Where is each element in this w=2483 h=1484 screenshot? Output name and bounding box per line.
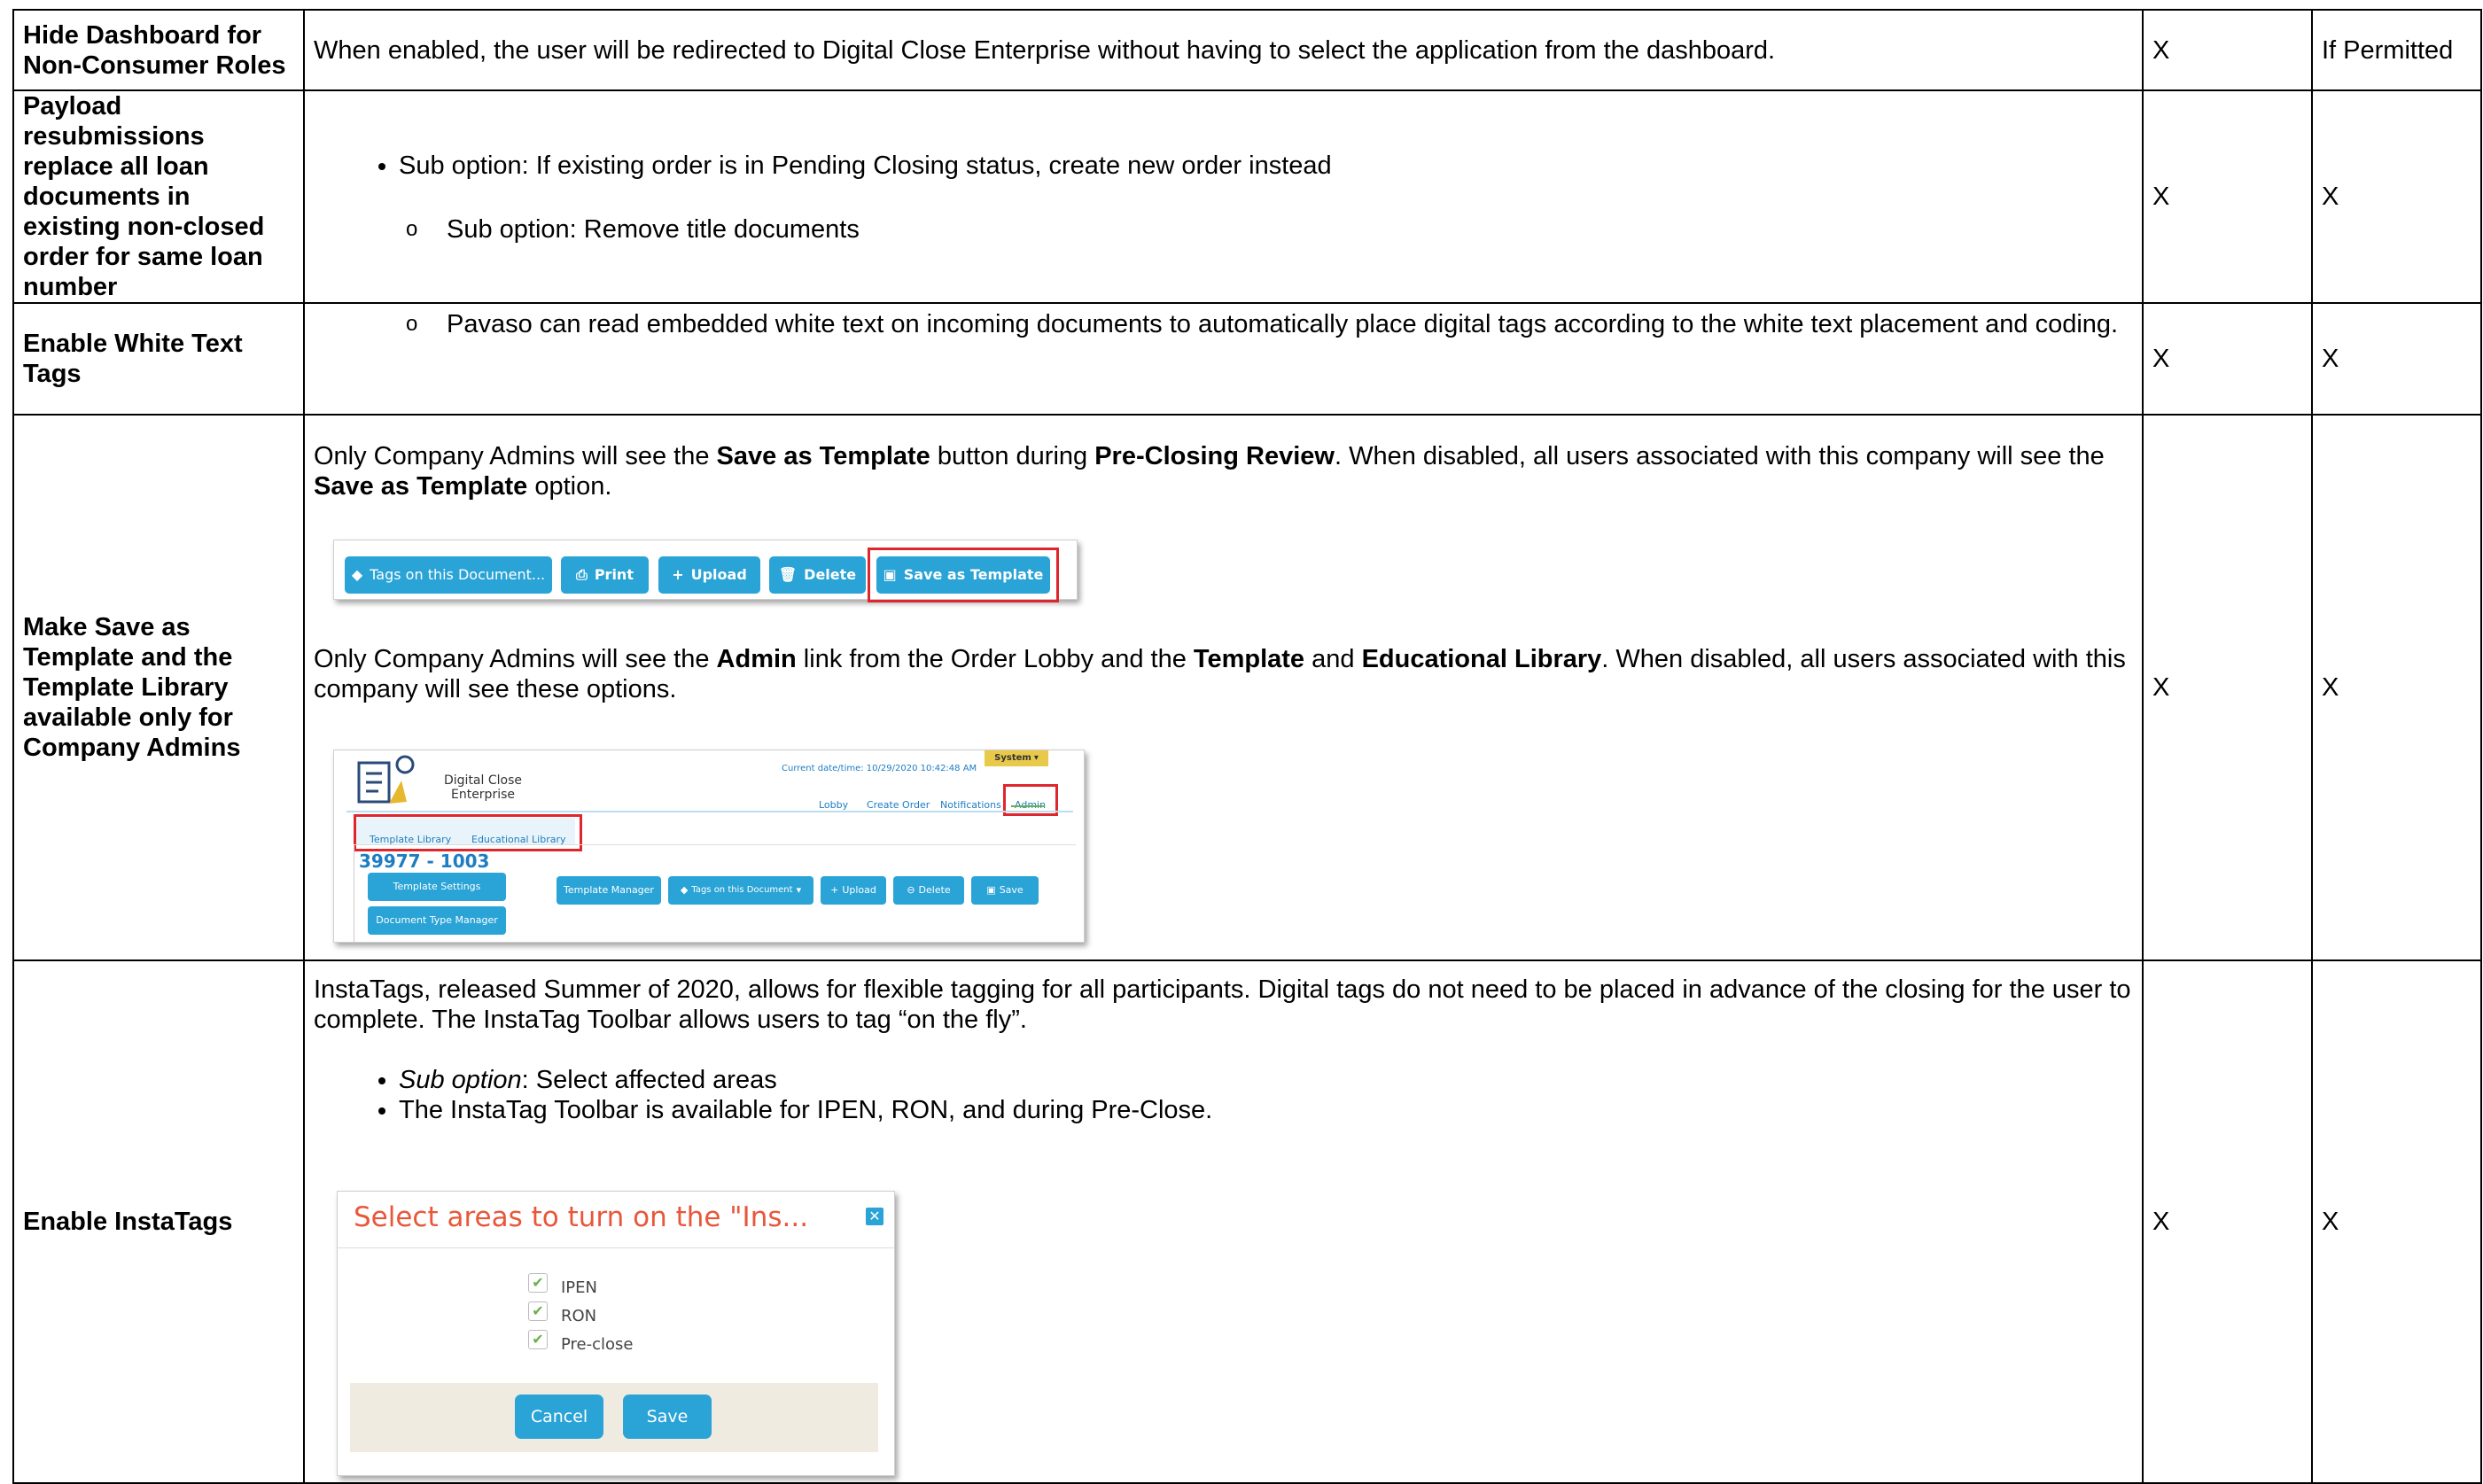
list-item: Sub option: If existing order is in Pend… [399,151,2133,181]
chevron-down-icon: ▾ [1033,753,1039,763]
highlight-box [868,548,1059,602]
tag-icon: ◆ [351,566,363,583]
row-description: Sub option: If existing order is in Pend… [303,89,2144,304]
nav-create-order: Create Order [867,799,930,811]
row-col3: X [2142,960,2313,1484]
row-col4: X [2311,960,2482,1484]
plus-icon: + [830,884,839,896]
dialog-footer [350,1383,878,1452]
tag-icon: ◆ [680,884,689,896]
row-col3: X [2142,9,2313,91]
checkbox-label: IPEN [561,1278,598,1297]
upload-button: + Upload [658,556,760,594]
cancel-button: Cancel [515,1395,603,1439]
row-label: Enable InstaTags [12,960,305,1484]
instatags-dialog-screenshot: Select areas to turn on the "Ins... ✕ ✔ … [337,1191,895,1476]
current-datetime: Current date/time: 10/29/2020 10:42:48 A… [782,764,977,773]
bullet-list: Sub option: Select affected areas The In… [314,1065,2133,1125]
list-item: The InstaTag Toolbar is available for IP… [399,1095,2133,1125]
bullet-list: Sub option: If existing order is in Pend… [314,151,2133,181]
row-description: Only Company Admins will see the Save as… [303,414,2144,961]
paragraph: Only Company Admins will see the Admin l… [314,645,2126,703]
chevron-down-icon: ▾ [796,884,802,896]
template-manager-button: Template Manager [557,876,661,905]
checkbox-pre-close: ✔ [528,1330,548,1349]
floppy-icon: ▣ [986,884,996,896]
header-divider [346,811,1073,812]
document-type-manager-button: Document Type Manager [368,906,506,935]
table-row: Hide Dashboard for Non-Consumer Roles Wh… [12,9,2482,91]
row-label: Make Save as Template and the Template L… [12,414,305,961]
row-label: Payload resubmissions replace all loan d… [12,89,305,304]
logo-icon [357,755,415,804]
checkbox-ipen: ✔ [528,1273,548,1293]
dialog-divider [338,1247,894,1248]
dialog-title: Select areas to turn on the "Ins... [354,1201,809,1233]
delete-button: 🗑 Delete [769,556,866,594]
minus-circle-icon: ⊖ [907,884,915,896]
upload-button: + Upload [821,876,886,905]
close-icon: ✕ [866,1208,883,1225]
table-row: Payload resubmissions replace all loan d… [12,89,2482,304]
print-button: ⎙ Print [561,556,649,594]
paragraph: InstaTags, released Summer of 2020, allo… [314,975,2131,1034]
nav-lobby: Lobby [819,799,849,811]
list-item: Sub option: Remove title documents [406,214,2133,245]
row-col4: X [2311,302,2482,416]
tags-button: ◆ Tags on this Document... [345,556,552,594]
sub-bullet-list: Pavaso can read embedded white text on i… [314,309,2133,339]
toolbar-screenshot: ◆ Tags on this Document... ⎙ Print + Upl… [333,540,1078,602]
brand-name: Digital Close Enterprise [444,773,522,802]
checkbox-label: Pre-close [561,1335,634,1354]
checkbox-label: RON [561,1307,597,1325]
table-row: Make Save as Template and the Template L… [12,414,2482,961]
row-col3: X [2142,89,2313,304]
table-row: Enable InstaTags InstaTags, released Sum… [12,960,2482,1484]
sub-bullet-list: Sub option: Remove title documents [314,214,2133,245]
row-col4: If Permitted [2311,9,2482,91]
row-description: InstaTags, released Summer of 2020, allo… [303,960,2144,1484]
checkbox-ron: ✔ [528,1301,548,1321]
delete-button: ⊖ Delete [893,876,964,905]
list-item: Pavaso can read embedded white text on i… [406,309,2133,339]
print-icon: ⎙ [576,566,588,583]
row-col3: X [2142,414,2313,961]
row-label: Hide Dashboard for Non-Consumer Roles [12,9,305,91]
admin-screenshot: Digital Close Enterprise Current date/ti… [333,750,1085,943]
row-col4: X [2311,89,2482,304]
trash-icon: 🗑 [778,566,798,583]
paragraph: Only Company Admins will see the Save as… [314,442,2105,501]
settings-table: Hide Dashboard for Non-Consumer Roles Wh… [12,9,2482,1484]
plus-icon: + [672,566,684,583]
save-button: ▣ Save [971,876,1039,905]
system-dropdown: System ▾ [985,750,1048,766]
row-col3: X [2142,302,2313,416]
row-description: When enabled, the user will be redirecte… [303,9,2144,91]
tags-dropdown-button: ◆ Tags on this Document ▾ [668,876,813,905]
row-col4: X [2311,414,2482,961]
table-row: Enable White Text Tags Pavaso can read e… [12,302,2482,416]
row-label: Enable White Text Tags [12,302,305,416]
template-settings-button: Template Settings [368,873,506,901]
save-button: Save [623,1395,712,1439]
nav-notifications: Notifications [940,799,1001,811]
row-description: Pavaso can read embedded white text on i… [303,302,2144,416]
list-item: Sub option: Select affected areas [399,1065,2133,1095]
